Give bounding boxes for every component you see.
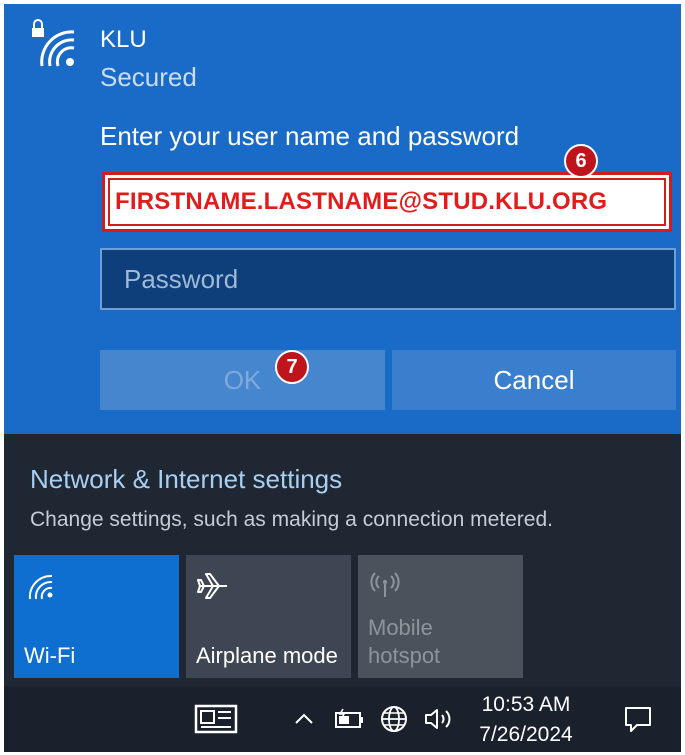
wifi-credential-panel: KLU Secured Enter your user name and pas… — [4, 4, 681, 434]
network-settings-description: Change settings, such as making a connec… — [30, 508, 553, 531]
cancel-button[interactable]: Cancel — [392, 350, 676, 410]
quick-action-label: Airplane mode — [196, 643, 338, 668]
notification-center-button[interactable] — [616, 686, 660, 752]
show-hidden-icons-button[interactable] — [290, 686, 318, 752]
network-security-status: Secured — [100, 62, 197, 92]
secured-wifi-icon — [32, 19, 75, 67]
system-clock[interactable]: 10:53 AM 7/26/2024 — [470, 690, 582, 750]
quick-action-label: Mobile hotspot — [368, 614, 440, 670]
clock-date: 7/26/2024 — [479, 723, 573, 746]
quick-action-label: Wi-Fi — [24, 643, 76, 668]
network-settings-panel: Network & Internet settings Change setti… — [4, 434, 681, 686]
password-input[interactable] — [102, 250, 674, 308]
network-flyout: KLU Secured Enter your user name and pas… — [4, 4, 681, 752]
news-icon — [194, 704, 238, 734]
quick-action-label-line2: hotspot — [368, 643, 441, 668]
clock-time: 10:53 AM — [481, 693, 571, 716]
step-badge-7: 7 — [275, 350, 309, 384]
network-internet-settings-link[interactable]: Network & Internet settings — [30, 464, 342, 495]
chevron-up-icon — [295, 713, 313, 724]
ok-button[interactable]: OK — [100, 350, 385, 410]
username-value: FIRSTNAME.LASTNAME@STUD.KLU.ORG — [115, 188, 608, 215]
quick-action-wifi[interactable]: Wi-Fi — [14, 555, 179, 678]
news-and-interests-button[interactable] — [190, 686, 242, 752]
credential-prompt: Enter your user name and password — [100, 121, 520, 151]
hotspot-icon — [370, 572, 400, 597]
airplane-icon — [197, 573, 227, 599]
network-name: KLU — [100, 26, 147, 53]
wifi-icon — [28, 574, 53, 600]
battery-button[interactable] — [330, 686, 370, 752]
quick-action-label-line1: Mobile — [368, 615, 433, 640]
quick-action-airplane-mode[interactable]: Airplane mode — [186, 555, 351, 678]
username-field[interactable]: FIRSTNAME.LASTNAME@STUD.KLU.ORG — [102, 172, 672, 232]
password-field[interactable] — [100, 248, 676, 310]
volume-button[interactable] — [420, 686, 460, 752]
notification-icon — [625, 707, 651, 732]
taskbar: 10:53 AM 7/26/2024 — [4, 686, 681, 752]
step-badge-6: 6 — [564, 144, 598, 178]
quick-action-mobile-hotspot[interactable]: Mobile hotspot — [358, 555, 523, 678]
battery-icon — [335, 708, 363, 728]
globe-icon — [381, 706, 407, 732]
network-tray-button[interactable] — [376, 686, 412, 752]
volume-icon — [425, 709, 451, 729]
